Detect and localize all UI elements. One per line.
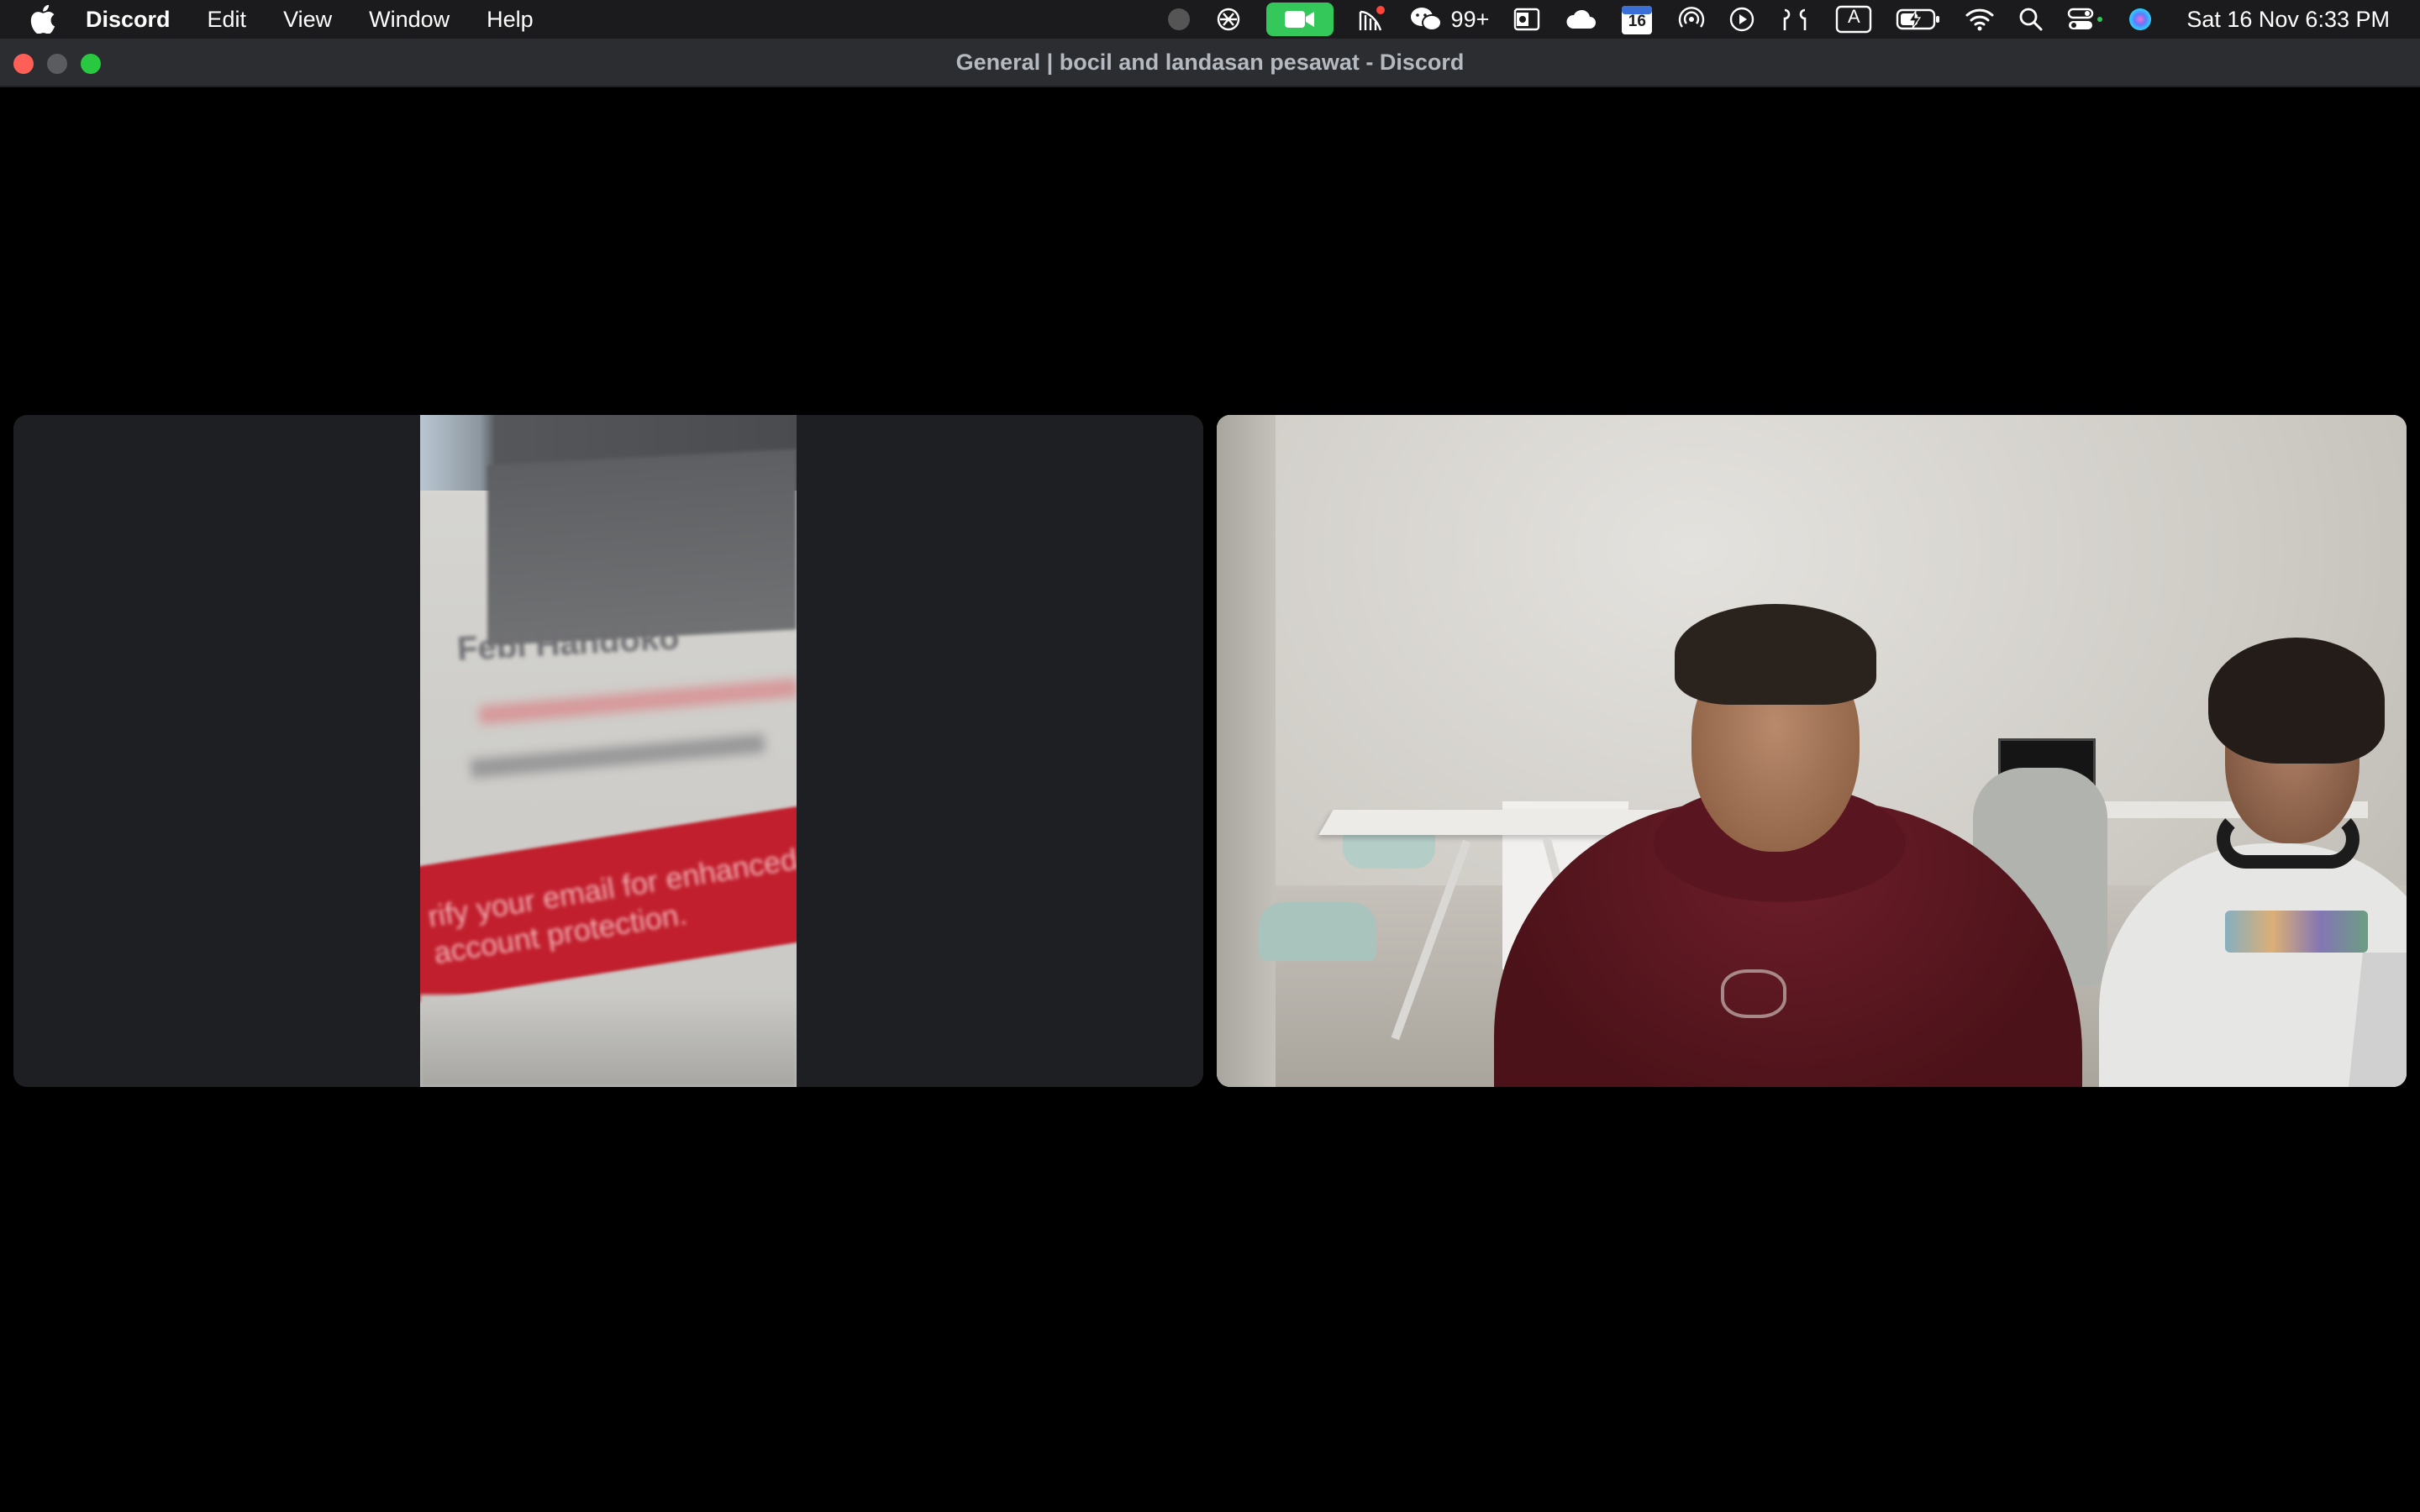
feed-blurred-window	[487, 449, 797, 646]
play-icon[interactable]	[1729, 0, 1754, 39]
record-icon[interactable]	[1167, 0, 1191, 39]
calendar-day: 16	[1628, 13, 1646, 30]
video-call-stage: Febi Handoko rify your email for enhance…	[0, 87, 2420, 1512]
chatgpt-icon[interactable]	[1214, 0, 1243, 39]
network-activity-icon[interactable]	[1357, 0, 1386, 39]
window-title: General | bocil and landasan pesawat - D…	[955, 50, 1465, 75]
apple-menu-icon[interactable]	[30, 4, 60, 34]
airdrop-icon[interactable]	[1677, 0, 1706, 39]
menubar-status-area: 99+ 16 A Sat 16 Nov 6:33 PM	[1144, 0, 2390, 39]
room-chair-front	[1259, 902, 1376, 961]
person-right-hair	[2208, 638, 2385, 764]
notification-count: 99+	[1450, 6, 1490, 32]
control-center-icon[interactable]	[2067, 0, 2104, 39]
feed-blurred-phone-line	[470, 733, 765, 779]
feed-bottom-edge	[420, 995, 797, 1087]
icloud-icon[interactable]	[1565, 0, 1597, 39]
siri-icon[interactable]	[2128, 0, 2153, 39]
facetime-camera-icon[interactable]	[1265, 3, 1334, 36]
video-tile-left[interactable]: Febi Handoko rify your email for enhance…	[13, 415, 1203, 1087]
menu-view[interactable]: View	[283, 0, 332, 39]
input-source-icon[interactable]: A	[1835, 0, 1872, 39]
video-tile-right[interactable]	[1217, 415, 2407, 1087]
menu-app-name[interactable]: Discord	[86, 0, 171, 39]
outlook-icon[interactable]	[1512, 0, 1541, 39]
person-center-hair	[1675, 604, 1876, 705]
wifi-icon[interactable]	[1965, 0, 1995, 39]
menu-window[interactable]: Window	[369, 0, 450, 39]
phone-camera-feed: Febi Handoko rify your email for enhance…	[420, 415, 797, 1087]
window-title-bar[interactable]: General | bocil and landasan pesawat - D…	[0, 39, 2420, 87]
person-right-headphones	[2217, 810, 2360, 869]
hoodie-logo	[1721, 969, 1786, 1018]
menu-help[interactable]: Help	[487, 0, 534, 39]
battery-charging-icon[interactable]	[1896, 0, 1941, 39]
menu-bar: Discord Edit View Window Help 99+ 16 A S…	[0, 0, 2420, 39]
person-right-shirt-print	[2225, 911, 2368, 953]
input-source-letter: A	[1848, 6, 1860, 27]
room-doorframe	[1217, 415, 1276, 1087]
wechat-icon[interactable]: 99+	[1409, 0, 1490, 39]
airpods-icon[interactable]	[1778, 0, 1812, 39]
feed-blurred-email-line	[478, 678, 797, 725]
calendar-icon[interactable]: 16	[1620, 0, 1654, 39]
menubar-clock[interactable]: Sat 16 Nov 6:33 PM	[2186, 7, 2390, 33]
menu-edit[interactable]: Edit	[208, 0, 247, 39]
spotlight-search-icon[interactable]	[2018, 0, 2044, 39]
